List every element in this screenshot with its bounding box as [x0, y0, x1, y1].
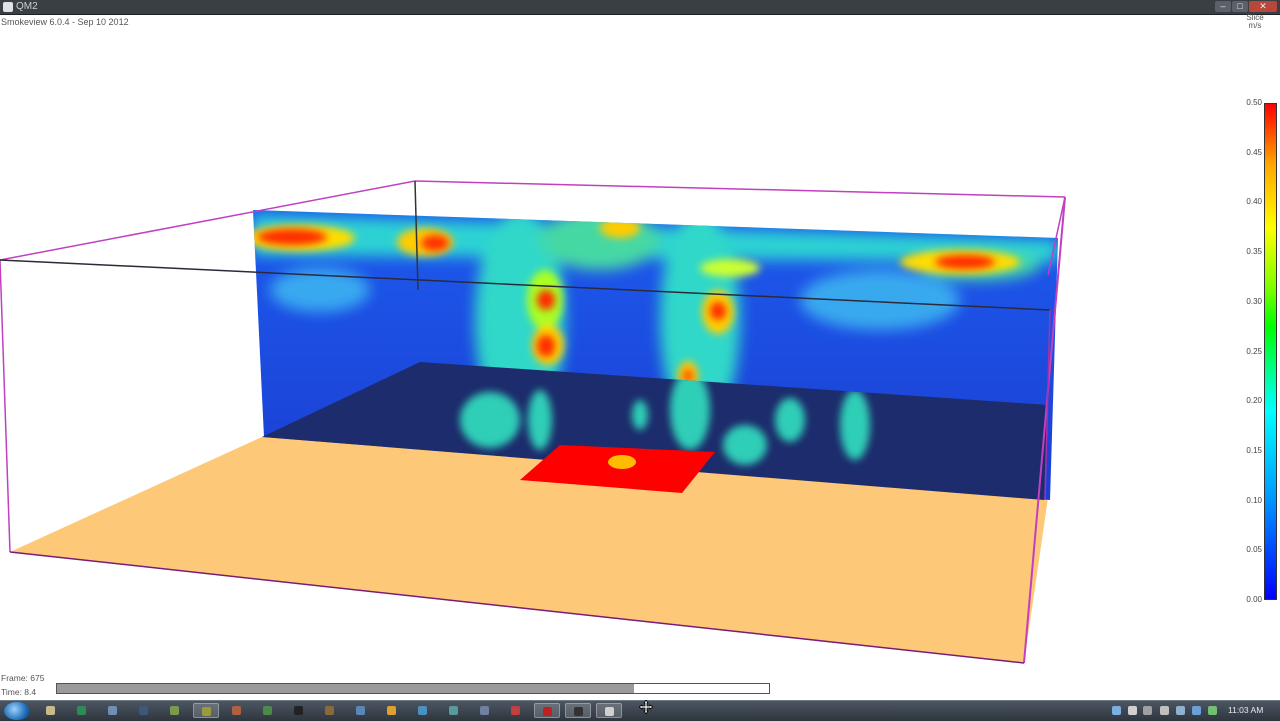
- taskbar-app-button[interactable]: [410, 703, 436, 718]
- taskbar-app-button[interactable]: [472, 703, 498, 718]
- chrome-icon: [387, 706, 396, 715]
- colorbar-tick-label: 0.05: [1246, 545, 1262, 555]
- taskbar-app-button[interactable]: [162, 703, 188, 718]
- colorbar-tick-label: 0.35: [1246, 247, 1262, 257]
- taskbar-app-button[interactable]: [317, 703, 343, 718]
- colorbar-tick-label: 0.45: [1246, 147, 1262, 157]
- taskbar-app-button[interactable]: [286, 703, 312, 718]
- fire-plume: [608, 455, 636, 469]
- app-icon: [202, 707, 211, 716]
- taskbar-clock[interactable]: 11:03 AM: [1228, 705, 1263, 715]
- speaker-icon[interactable]: [1143, 706, 1152, 715]
- taskbar-app-button[interactable]: [379, 703, 405, 718]
- smokeview-3d-scene[interactable]: [0, 0, 1280, 720]
- folder-icon: [46, 706, 55, 715]
- signal-icon[interactable]: [1160, 706, 1169, 715]
- camera-icon: [294, 706, 303, 715]
- calendar-icon: [356, 706, 365, 715]
- app-icon: [574, 707, 583, 716]
- taskbar-app-button[interactable]: [255, 703, 281, 718]
- time-label: Time: 8.4: [1, 687, 37, 697]
- taskbar-app-button[interactable]: [565, 703, 591, 718]
- network-icon[interactable]: [1112, 706, 1121, 715]
- colorbar-tick-label: 0.20: [1246, 396, 1262, 406]
- smokeview-icon: [605, 707, 614, 716]
- app-icon: [480, 706, 489, 715]
- pdf-icon: [543, 707, 552, 716]
- timeline-progress: [57, 684, 634, 693]
- timeline-slider[interactable]: [56, 683, 770, 694]
- colorbar-tick-label: 0.50: [1246, 98, 1262, 107]
- taskbar-app-button[interactable]: [441, 703, 467, 718]
- colorbar-tick-label: 0.15: [1246, 445, 1262, 455]
- colorbar-tick-label: 0.40: [1246, 197, 1262, 207]
- app-icon: [325, 706, 334, 715]
- colorbar-tick-label: 0.25: [1246, 346, 1262, 356]
- colorbar-tick-label: 0.00: [1246, 595, 1262, 604]
- security-icon[interactable]: [1208, 706, 1217, 715]
- tray-icon[interactable]: [1176, 706, 1185, 715]
- taskbar-app-button[interactable]: [100, 703, 126, 718]
- frame-label: Frame: 675: [1, 673, 45, 683]
- flag-icon[interactable]: [1128, 706, 1137, 715]
- bluetooth-icon[interactable]: [1192, 706, 1201, 715]
- app-icon: [170, 706, 179, 715]
- taskbar-app-button[interactable]: [596, 703, 622, 718]
- app-icon: [263, 706, 272, 715]
- colorbar-tick-label: 0.10: [1246, 495, 1262, 505]
- taskbar-app-button[interactable]: [348, 703, 374, 718]
- app-icon: [511, 706, 520, 715]
- excel-icon: [77, 706, 86, 715]
- taskbar-app-button[interactable]: [534, 703, 560, 718]
- taskbar-app-button[interactable]: [38, 703, 64, 718]
- colorbar: [1264, 103, 1277, 600]
- start-button[interactable]: [4, 702, 30, 720]
- taskbar-app-button[interactable]: [69, 703, 95, 718]
- colorbar-tick-label: 0.30: [1246, 296, 1262, 306]
- app-icon: [449, 706, 458, 715]
- app-icon: [418, 706, 427, 715]
- terminal-icon: [139, 706, 148, 715]
- taskbar-app-button[interactable]: [503, 703, 529, 718]
- taskbar-app-button[interactable]: [193, 703, 219, 718]
- taskbar-app-button[interactable]: [224, 703, 250, 718]
- move-cursor-icon: [639, 700, 653, 714]
- document-icon: [108, 706, 117, 715]
- app-icon: [232, 706, 241, 715]
- taskbar-app-button[interactable]: [131, 703, 157, 718]
